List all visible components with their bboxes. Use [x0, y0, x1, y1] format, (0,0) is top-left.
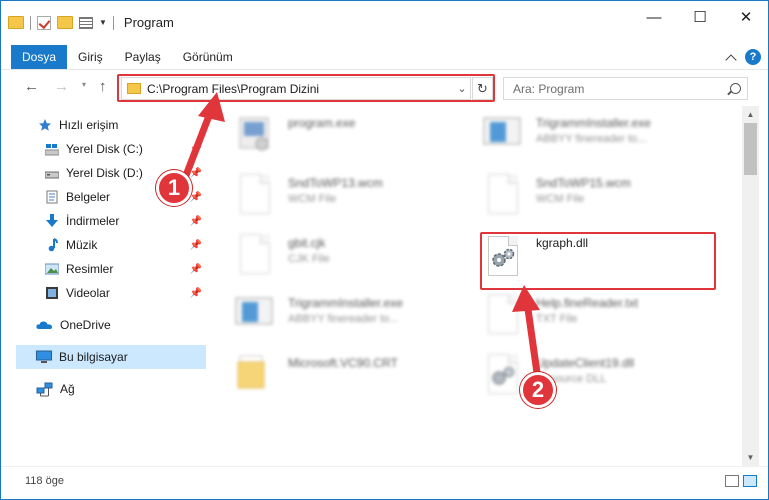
arrow-1-head [198, 92, 225, 122]
annotation-arrows [181, 92, 542, 384]
step-1-badge: 1 [156, 170, 192, 206]
step-2-badge: 2 [520, 372, 556, 408]
arrow-2-head [512, 285, 540, 312]
arrow-2-shaft [523, 298, 542, 384]
arrow-1-shaft [181, 104, 216, 182]
